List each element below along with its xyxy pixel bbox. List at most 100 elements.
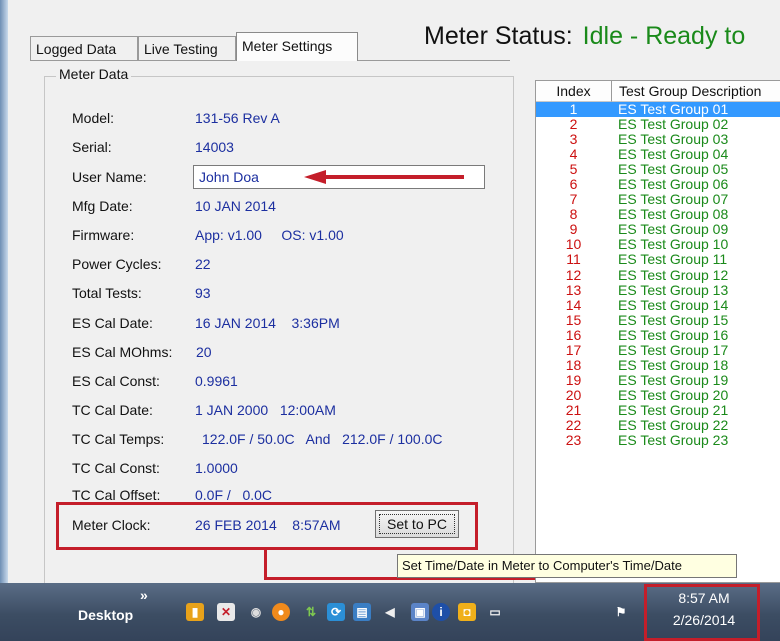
user-name-label: User Name: (72, 169, 147, 185)
tab-meter-settings[interactable]: Meter Settings (236, 32, 358, 61)
table-row[interactable]: 21 ES Test Group 21 (536, 401, 780, 418)
info-icon[interactable]: i (432, 603, 450, 621)
desktop-toolbar-label[interactable]: Desktop (78, 607, 133, 623)
table-row[interactable]: 1 ES Test Group 01 (536, 101, 780, 118)
row-description: ES Test Group 20 (618, 386, 729, 403)
row-description: ES Test Group 06 (618, 176, 729, 193)
column-header-index[interactable]: Index (536, 81, 612, 102)
row-index: 21 (565, 401, 582, 418)
volume-icon[interactable]: ◀ (381, 603, 399, 621)
pdf-icon[interactable]: ✕ (217, 603, 235, 621)
sync-icon[interactable]: ⟳ (327, 603, 345, 621)
table-row[interactable]: 7 ES Test Group 07 (536, 192, 780, 207)
table-row[interactable]: 4 ES Test Group 04 (536, 147, 780, 162)
table-row[interactable]: 19 ES Test Group 19 (536, 371, 780, 388)
row-index: 18 (565, 356, 582, 373)
taskbar: Desktop » ▮ ✕ ◉ ● ⇅ ⟳ ▤ ◀ ▣ i ◘ ▭ ⚑ 8:57… (0, 583, 780, 641)
table-row[interactable]: 6 ES Test Group 06 (536, 177, 780, 192)
table-row[interactable]: 12 ES Test Group 12 (536, 267, 780, 283)
meter-data-title: Meter Data (56, 66, 132, 82)
meter-status-value: Idle - Ready to (582, 22, 746, 50)
tc-cal-offset-value: 0.0F / 0.0C (195, 487, 273, 503)
serial-label: Serial: (72, 139, 112, 155)
row-index: 8 (569, 206, 578, 223)
network-icon[interactable]: ⇅ (302, 603, 320, 621)
tc-cal-const-value: 1.0000 (195, 460, 238, 476)
firmware-label: Firmware: (72, 227, 135, 243)
row-index: 6 (569, 176, 578, 193)
row-index: 10 (565, 236, 582, 253)
office-icon[interactable]: ◘ (458, 603, 476, 621)
row-index: 11 (566, 251, 581, 268)
es-cal-const-value: 0.9961 (195, 373, 238, 389)
row-description: ES Test Group 21 (618, 401, 729, 418)
meter-status-label: Meter Status: (424, 22, 573, 50)
es-cal-date-label: ES Cal Date: (72, 315, 153, 331)
table-row[interactable]: 2 ES Test Group 02 (536, 117, 780, 132)
table-body: 1 ES Test Group 01 2 ES Test Group 02 3 ES Te… (536, 102, 780, 448)
table-row[interactable]: 17 ES Test Group 17 (536, 341, 780, 358)
es-cal-const-label: ES Cal Const: (72, 373, 160, 389)
row-index: 16 (565, 326, 582, 343)
firmware-value: App: v1.00 OS: v1.00 (195, 227, 344, 243)
row-index: 22 (565, 416, 582, 433)
audio-icon[interactable]: ◉ (247, 603, 265, 621)
row-description: ES Test Group 23 (618, 432, 729, 449)
highlight-connector-vertical (264, 548, 267, 580)
table-row[interactable]: 9 ES Test Group 09 (536, 222, 780, 237)
tc-cal-const-label: TC Cal Const: (72, 460, 160, 476)
flag-icon[interactable]: ⚑ (612, 603, 630, 621)
table-row[interactable]: 14 ES Test Group 14 (536, 296, 780, 313)
mfg-date-label: Mfg Date: (72, 198, 133, 214)
row-index: 4 (569, 146, 578, 163)
row-description: ES Test Group 05 (618, 161, 729, 178)
table-row[interactable]: 3 ES Test Group 03 (536, 132, 780, 147)
device-icon[interactable]: ▭ (486, 603, 504, 621)
row-index: 9 (569, 221, 578, 238)
table-row[interactable]: 18 ES Test Group 18 (536, 356, 780, 373)
clock-highlight-box (644, 584, 760, 641)
column-header-description[interactable]: Test Group Description (612, 81, 780, 102)
table-row[interactable]: 23 ES Test Group 23 (536, 433, 780, 448)
tc-cal-offset-label: TC Cal Offset: (72, 487, 161, 503)
row-description: ES Test Group 18 (618, 356, 729, 373)
row-description: ES Test Group 16 (618, 326, 729, 343)
toolbar-icon[interactable]: ▮ (186, 603, 204, 621)
row-description: ES Test Group 19 (618, 371, 729, 388)
tab-logged-data[interactable]: Logged Data (30, 36, 138, 60)
table-row[interactable]: 16 ES Test Group 16 (536, 326, 780, 343)
tab-live-testing[interactable]: Live Testing (138, 36, 236, 60)
table-row[interactable]: 8 ES Test Group 08 (536, 207, 780, 222)
table-row[interactable]: 15 ES Test Group 15 (536, 311, 780, 328)
row-description: ES Test Group 01 (618, 101, 729, 117)
test-group-table[interactable]: Index Test Group Description 1 ES Test Gr… (535, 80, 780, 583)
es-cal-mohms-value: 20 (196, 344, 212, 360)
row-description: ES Test Group 09 (618, 221, 729, 238)
row-index: 19 (565, 371, 582, 388)
screen-icon[interactable]: ▤ (353, 603, 371, 621)
row-index: 1 (569, 101, 578, 117)
toolbar-chevron-icon[interactable]: » (140, 587, 148, 603)
tc-cal-temps-label: TC Cal Temps: (72, 431, 165, 447)
row-description: ES Test Group 03 (618, 131, 729, 148)
table-row[interactable]: 5 ES Test Group 05 (536, 162, 780, 177)
row-description: ES Test Group 15 (618, 311, 729, 328)
table-row[interactable]: 20 ES Test Group 20 (536, 386, 780, 403)
mfg-date-value: 10 JAN 2014 (195, 198, 276, 214)
red-arrow-annotation (304, 170, 464, 184)
row-index: 14 (565, 296, 582, 313)
table-row[interactable]: 11 ES Test Group 11 (536, 252, 780, 267)
tc-cal-temps-value: 122.0F / 50.0C And 212.0F / 100.0C (202, 431, 443, 447)
row-description: ES Test Group 08 (618, 206, 729, 223)
table-row[interactable]: 22 ES Test Group 22 (536, 416, 780, 433)
meter-status: Meter Status: Idle - Ready to (424, 22, 745, 51)
monitor-icon[interactable]: ▣ (411, 603, 429, 621)
row-index: 3 (569, 131, 578, 148)
power-cycles-value: 22 (195, 256, 211, 272)
orange-circle-icon[interactable]: ● (272, 603, 290, 621)
row-index: 17 (565, 341, 582, 358)
table-row[interactable]: 10 ES Test Group 10 (536, 237, 780, 252)
table-row[interactable]: 13 ES Test Group 13 (536, 282, 780, 298)
model-value: 131-56 Rev A (195, 110, 280, 126)
row-description: ES Test Group 07 (618, 191, 729, 208)
